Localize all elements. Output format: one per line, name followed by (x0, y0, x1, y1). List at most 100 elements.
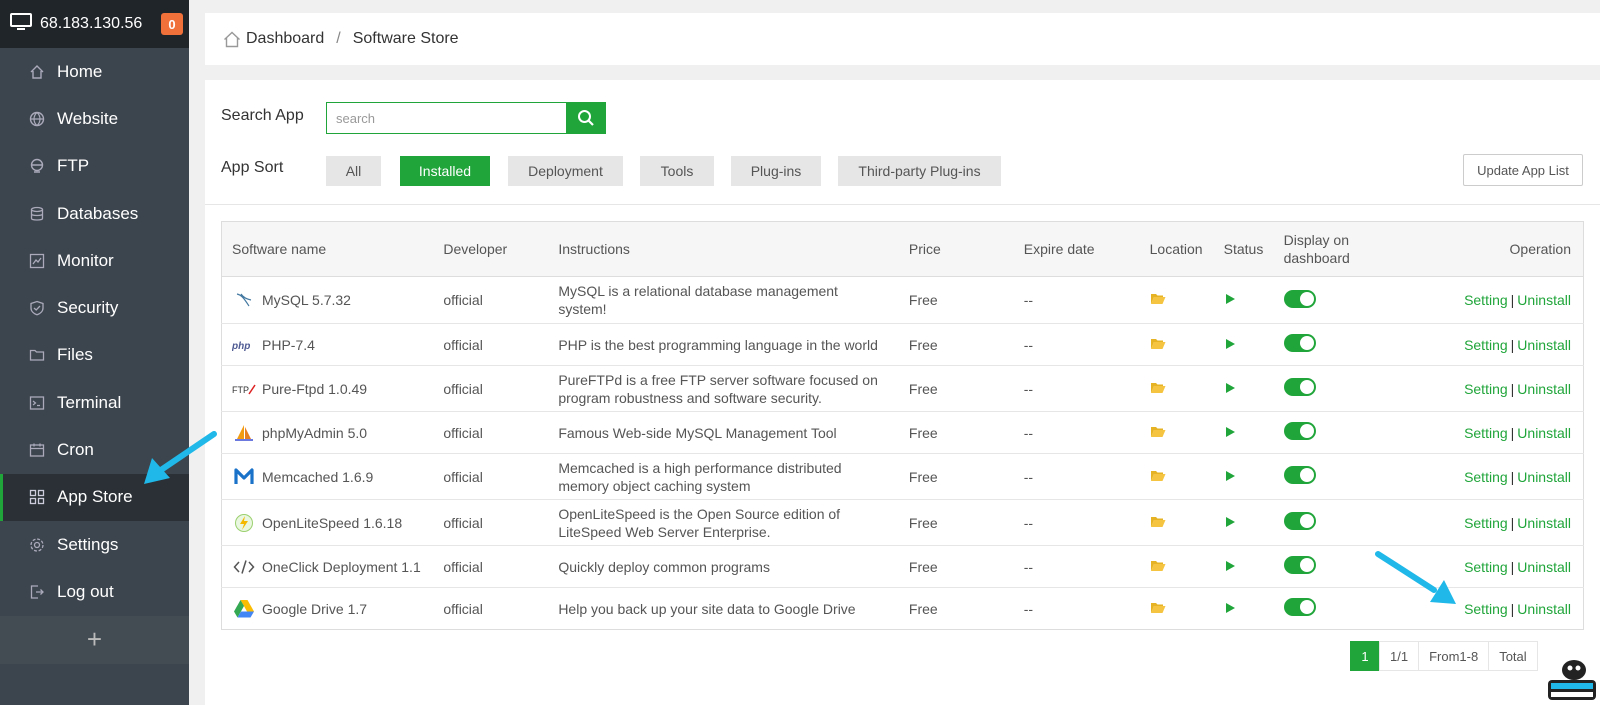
play-icon[interactable] (1224, 560, 1236, 572)
uninstall-link[interactable]: Uninstall (1517, 515, 1571, 531)
software-name[interactable]: phpMyAdmin 5.0 (262, 425, 367, 441)
software-name-cell: FTP Pure-Ftpd 1.0.49 (221, 365, 434, 412)
open-folder-icon[interactable] (1150, 337, 1166, 350)
software-name-cell: MySQL 5.7.32 (221, 276, 434, 324)
sort-all[interactable]: All (326, 156, 381, 186)
php-icon: php (232, 335, 256, 355)
open-folder-icon[interactable] (1150, 381, 1166, 394)
location-cell (1139, 365, 1214, 412)
play-icon[interactable] (1224, 602, 1236, 614)
open-folder-icon[interactable] (1150, 601, 1166, 614)
app-store-panel: Search App search App Sort All Installed… (205, 80, 1600, 705)
sort-third-party-plugins[interactable]: Third-party Plug-ins (838, 156, 1001, 186)
sidebar-item-monitor[interactable]: Monitor (0, 237, 189, 284)
open-folder-icon[interactable] (1150, 469, 1166, 482)
software-name-cell: phpMyAdmin 5.0 (221, 411, 434, 454)
uninstall-link[interactable]: Uninstall (1517, 337, 1571, 353)
dashboard-toggle[interactable] (1283, 422, 1316, 440)
setting-link[interactable]: Setting (1464, 559, 1508, 575)
developer-cell: official (433, 545, 549, 588)
sidebar-item-label: Security (57, 298, 119, 318)
software-name[interactable]: OpenLiteSpeed 1.6.18 (262, 515, 402, 531)
grid-icon (28, 488, 46, 506)
add-button[interactable]: + (0, 615, 189, 664)
play-icon[interactable] (1224, 293, 1236, 305)
sidebar-item-security[interactable]: Security (0, 284, 189, 331)
software-name[interactable]: Memcached 1.6.9 (262, 469, 373, 485)
breadcrumb: Dashboard / Software Store (205, 13, 1600, 65)
setting-link[interactable]: Setting (1464, 381, 1508, 397)
home-icon (223, 31, 241, 48)
dashboard-toggle[interactable] (1283, 598, 1316, 616)
sidebar-item-settings[interactable]: Settings (0, 521, 189, 568)
status-cell (1213, 365, 1274, 412)
uninstall-link[interactable]: Uninstall (1517, 425, 1571, 441)
play-icon[interactable] (1224, 426, 1236, 438)
play-icon[interactable] (1224, 470, 1236, 482)
software-name[interactable]: PHP-7.4 (262, 337, 315, 353)
dashboard-toggle[interactable] (1283, 289, 1316, 308)
dashboard-toggle[interactable] (1283, 378, 1316, 396)
breadcrumb-dashboard[interactable]: Dashboard (246, 30, 324, 48)
play-icon[interactable] (1224, 382, 1236, 394)
sort-deployment[interactable]: Deployment (508, 156, 623, 186)
uninstall-link[interactable]: Uninstall (1517, 601, 1571, 617)
setting-link[interactable]: Setting (1464, 337, 1508, 353)
col-software-name[interactable]: Software name (221, 221, 434, 277)
open-folder-icon[interactable] (1150, 292, 1166, 305)
setting-link[interactable]: Setting (1464, 515, 1508, 531)
setting-link[interactable]: Setting (1464, 601, 1508, 617)
open-folder-icon[interactable] (1150, 425, 1166, 438)
sidebar-item-terminal[interactable]: Terminal (0, 379, 189, 426)
open-folder-icon[interactable] (1150, 515, 1166, 528)
folder-icon (28, 346, 46, 364)
search-button[interactable] (566, 102, 606, 134)
developer-cell: official (433, 453, 549, 500)
open-folder-icon[interactable] (1150, 559, 1166, 572)
operation-separator: | (1510, 600, 1515, 617)
page-current[interactable]: 1 (1350, 641, 1380, 671)
dashboard-toggle[interactable] (1283, 334, 1316, 352)
sidebar-item-home[interactable]: Home (0, 48, 189, 95)
sidebar-item-label: Files (57, 345, 93, 365)
developer-cell: official (433, 499, 549, 546)
globe-icon (28, 110, 46, 128)
software-name[interactable]: Pure-Ftpd 1.0.49 (262, 381, 367, 397)
sidebar-item-ftp[interactable]: FTP (0, 143, 189, 190)
software-name[interactable]: Google Drive 1.7 (262, 601, 367, 617)
sort-plugins[interactable]: Plug-ins (731, 156, 821, 186)
developer-cell: official (433, 323, 549, 366)
page-range: From1-8 (1418, 641, 1490, 671)
sidebar-item-label: Website (57, 108, 119, 128)
uninstall-link[interactable]: Uninstall (1517, 469, 1571, 485)
dashboard-toggle[interactable] (1283, 466, 1316, 484)
sort-installed[interactable]: Installed (400, 156, 490, 186)
software-name[interactable]: MySQL 5.7.32 (262, 292, 351, 308)
update-app-list-button[interactable]: Update App List (1463, 154, 1583, 186)
software-name-cell: OpenLiteSpeed 1.6.18 (221, 499, 434, 546)
notification-badge[interactable]: 0 (161, 13, 183, 35)
software-name-cell: OneClick Deployment 1.1 (221, 545, 434, 588)
sort-tools[interactable]: Tools (640, 156, 714, 186)
dashboard-toggle[interactable] (1283, 512, 1316, 530)
expire-date-cell: -- (1013, 365, 1140, 412)
dashboard-toggle[interactable] (1283, 556, 1316, 574)
setting-link[interactable]: Setting (1464, 292, 1508, 308)
software-name[interactable]: OneClick Deployment 1.1 (262, 559, 421, 575)
play-icon[interactable] (1224, 516, 1236, 528)
instructions-cell: Famous Web-side MySQL Management Tool (548, 411, 899, 454)
sidebar-item-logout[interactable]: Log out (0, 568, 189, 615)
setting-link[interactable]: Setting (1464, 469, 1508, 485)
operation-cell: Setting | Uninstall (1393, 365, 1584, 412)
search-input[interactable]: search (326, 102, 566, 134)
table-row: MySQL 5.7.32 official MySQL is a relatio… (221, 276, 1584, 324)
operation-cell: Setting | Uninstall (1393, 323, 1584, 366)
uninstall-link[interactable]: Uninstall (1517, 559, 1571, 575)
sidebar-item-databases[interactable]: Databases (0, 190, 189, 237)
uninstall-link[interactable]: Uninstall (1517, 292, 1571, 308)
sidebar-item-files[interactable]: Files (0, 332, 189, 379)
play-icon[interactable] (1224, 338, 1236, 350)
sidebar-item-website[interactable]: Website (0, 95, 189, 142)
uninstall-link[interactable]: Uninstall (1517, 381, 1571, 397)
setting-link[interactable]: Setting (1464, 425, 1508, 441)
